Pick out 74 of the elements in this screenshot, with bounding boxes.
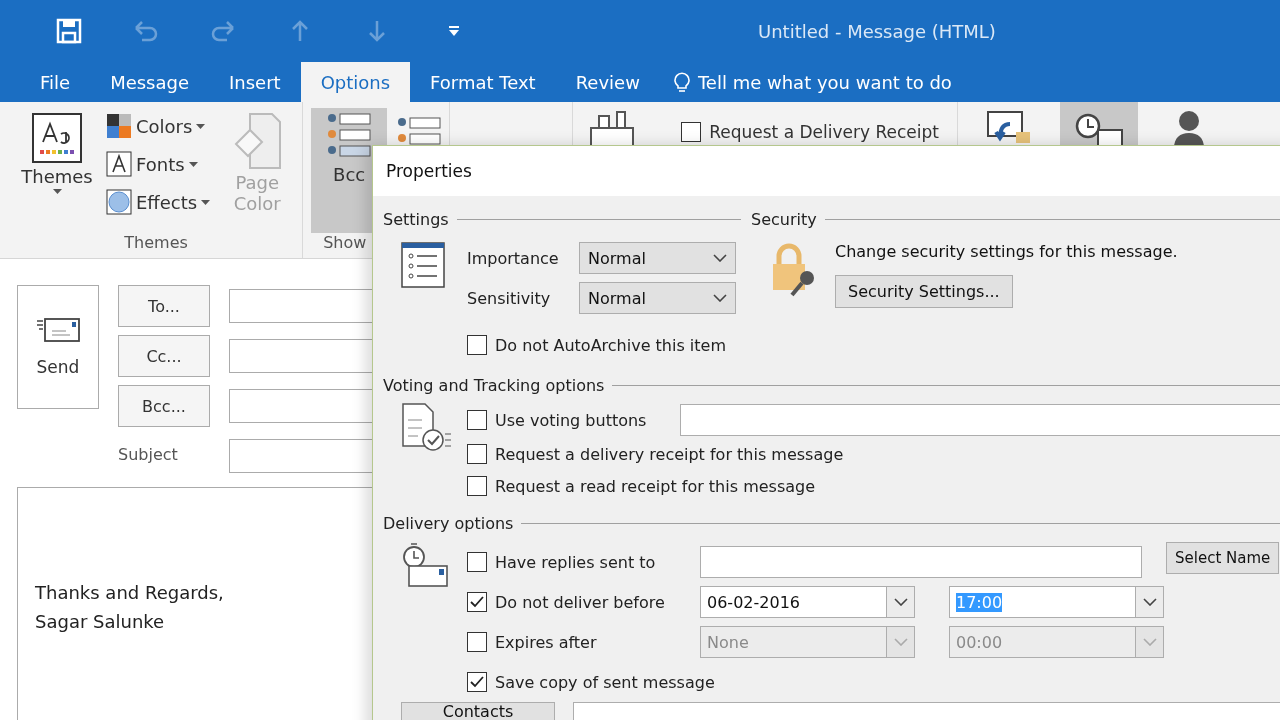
envelope-arrow-icon[interactable] — [985, 110, 1030, 144]
security-text: Change security settings for this message. — [835, 242, 1178, 261]
ribbon-tab[interactable]: File — [20, 62, 91, 102]
send-button[interactable]: Send — [17, 285, 99, 409]
window-title: Untitled - Message (HTML) — [758, 20, 996, 42]
option-label: Have replies sent to — [495, 552, 657, 572]
group-label: Themes — [123, 233, 189, 254]
tell-me-search[interactable]: Tell me what you want to do — [697, 71, 952, 93]
caret-icon — [52, 189, 62, 194]
address-book-button[interactable]: Bcc... — [118, 385, 210, 427]
caret-icon — [188, 161, 198, 167]
checkbox-label: Request a Delivery Receipt — [709, 122, 939, 142]
option-label: Use voting buttons — [495, 410, 648, 430]
list-icon — [401, 242, 445, 288]
theme-menu-button[interactable]: Fonts — [106, 148, 211, 180]
themes-button[interactable]: Themes — [16, 108, 98, 233]
ribbon-tab[interactable]: Options — [300, 62, 411, 102]
contacts-button[interactable]: Contacts — [401, 702, 555, 720]
body-text: Thanks and Regards, — [35, 581, 224, 605]
chevron-down-icon — [713, 254, 727, 262]
ribbon-tab[interactable]: Insert — [209, 62, 301, 102]
checkbox[interactable] — [467, 476, 487, 496]
chevron-down-icon — [1142, 638, 1157, 646]
ribbon-tab[interactable]: Message — [90, 62, 209, 102]
ribbon-tab[interactable]: Format Text — [410, 62, 556, 102]
recipient-field[interactable] — [700, 546, 1142, 578]
caret-icon — [201, 199, 211, 205]
dialog-title: Properties — [373, 146, 1280, 196]
section-heading: Security — [751, 209, 817, 229]
chevron-down-icon — [1142, 598, 1157, 606]
dropdown[interactable]: Normal — [579, 242, 736, 274]
setting-label: Importance — [467, 248, 560, 268]
body-text: Sagar Salunke — [35, 610, 165, 634]
customize-menu-icon[interactable] — [447, 25, 460, 37]
section-heading: Delivery options — [383, 513, 514, 533]
address-book-button[interactable]: To... — [118, 285, 210, 327]
caret-icon — [196, 123, 206, 129]
checkbox[interactable] — [467, 444, 487, 464]
chevron-down-icon — [713, 294, 727, 302]
section-heading: Voting and Tracking options — [383, 375, 605, 395]
effects-circle-icon — [106, 189, 132, 215]
checkbox[interactable] — [467, 335, 487, 355]
voting-choices-field[interactable] — [680, 404, 1280, 436]
themes-icon — [31, 112, 83, 164]
document-check-icon — [401, 402, 451, 454]
font-icon — [106, 151, 132, 177]
clock-envelope-icon — [401, 542, 451, 590]
chevron-down-icon — [893, 638, 908, 646]
chevron-down-icon — [893, 598, 908, 606]
address-book-button[interactable]: Cc... — [118, 335, 210, 377]
select-names-button[interactable]: Select Name — [1166, 542, 1280, 574]
checkbox[interactable] — [467, 592, 487, 612]
checkbox[interactable] — [467, 552, 487, 572]
checkbox[interactable] — [467, 672, 487, 692]
checkbox[interactable] — [467, 410, 487, 430]
save-icon[interactable] — [55, 18, 82, 44]
theme-menu-button[interactable]: Colors — [106, 110, 211, 142]
dropdown[interactable]: Normal — [579, 282, 736, 314]
lightbulb-icon — [673, 71, 690, 93]
setting-label: Sensitivity — [467, 288, 552, 308]
color-squares-icon — [106, 113, 132, 139]
option-label: Do not AutoArchive this item — [495, 335, 726, 355]
ribbon-tab[interactable]: Review — [555, 62, 660, 102]
group-label: Show — [323, 233, 367, 252]
security-settings-button[interactable]: Security Settings... — [835, 275, 1013, 308]
option-label: Request a read receipt for this message — [495, 476, 816, 496]
checkbox[interactable] — [681, 122, 702, 142]
option-label: Expires after — [495, 632, 598, 652]
theme-menu-button[interactable]: Effects — [106, 186, 211, 218]
option-label: Do not deliver before — [495, 592, 666, 612]
subject-label: Subject — [118, 443, 179, 466]
envelope-icon — [36, 317, 80, 343]
option-label: Request a delivery receipt for this message — [495, 444, 844, 464]
option-label: Save copy of sent message — [495, 672, 715, 692]
